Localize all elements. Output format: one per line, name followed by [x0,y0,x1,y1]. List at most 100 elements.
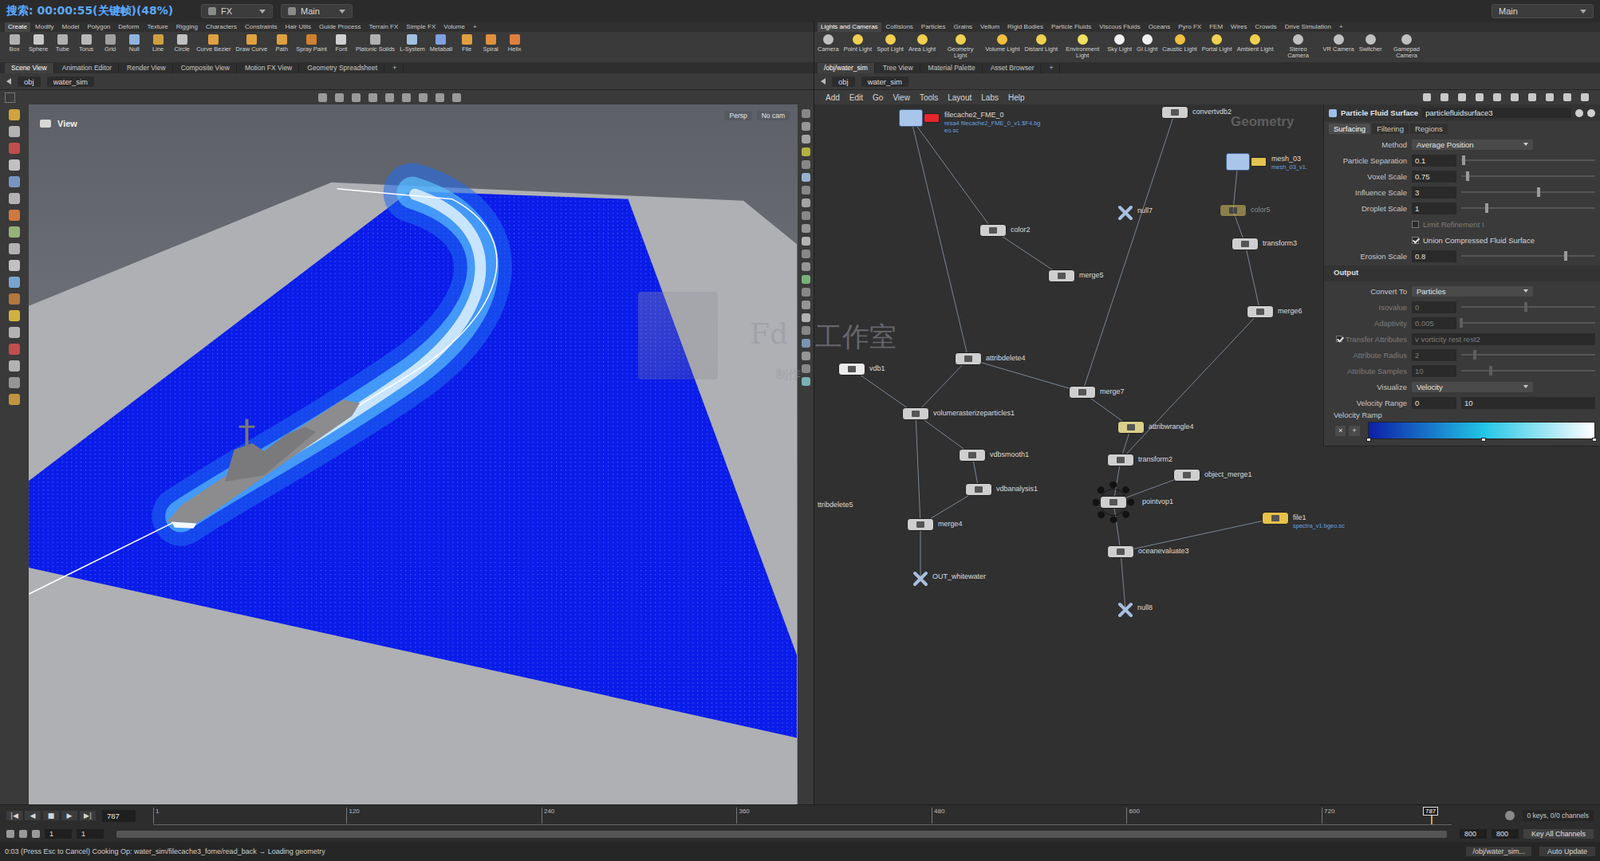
back-icon[interactable] [820,78,826,85]
network-node[interactable]: vdbsmooth1 [958,449,1029,462]
shelf-tool[interactable]: Line [148,34,168,53]
tool-icon[interactable] [8,209,20,221]
tool-icon[interactable] [8,293,20,305]
shelf-tool[interactable]: Circle [172,34,192,53]
network-node[interactable]: attribwrangle4 [1117,421,1195,434]
slider[interactable] [1461,322,1596,324]
view-tool-icon[interactable] [385,93,395,103]
network-tool-icon[interactable] [1422,93,1431,102]
tool-icon[interactable] [8,310,20,322]
ramp-button[interactable]: + [1348,425,1360,437]
network-node[interactable]: transform2 [1107,453,1173,467]
network-node[interactable]: mesh_03mesh_03_v1. [1225,153,1308,171]
network-node[interactable]: ttribdelete5 [817,499,854,510]
checkbox[interactable] [1335,335,1343,343]
end-field[interactable]: 800 [1459,829,1487,840]
shelf-tool[interactable]: Spray Paint [295,34,328,53]
shelf-tab[interactable]: Hair Utils [282,22,315,32]
display-icon[interactable] [801,313,811,323]
network-node[interactable]: color5 [1219,204,1271,217]
shelf-tab[interactable]: Crowds [1252,22,1281,32]
key-icon[interactable] [1505,811,1515,821]
start-field[interactable]: 1 [76,829,104,840]
network-node[interactable]: merge4 [906,518,963,532]
playback-button[interactable]: ■ [43,811,60,821]
number-field[interactable]: 1 [1411,202,1457,215]
tool-icon[interactable] [8,193,20,205]
shelf-tool[interactable]: Metaball [429,34,453,53]
playback-button[interactable]: |◀ [6,811,23,821]
desk-selector[interactable]: Main [280,3,353,19]
shelf-tool[interactable]: Torus [76,34,96,53]
shelf-tab[interactable]: Deform [114,22,142,32]
shelf-tab[interactable]: Create [4,22,31,32]
checkbox[interactable] [1411,236,1419,245]
tool-icon[interactable] [8,142,20,154]
shelf-tool[interactable]: Portal Light [1201,34,1233,53]
network-node[interactable]: null8 [1117,602,1153,619]
frame-field[interactable]: 787 [102,810,136,823]
shelf-tool[interactable]: Gamepad Camera [1386,34,1427,60]
display-icon[interactable] [801,211,811,221]
pane-tab[interactable]: + [386,63,404,74]
playback-button[interactable]: ▶| [79,811,96,821]
range-slider[interactable] [116,831,1447,839]
network-node[interactable]: merge6 [1246,305,1303,319]
playback-button[interactable]: ◀ [24,811,41,821]
display-icon[interactable] [801,364,811,374]
shelf-tool[interactable]: Volume Light [985,34,1020,53]
tool-icon[interactable] [8,394,20,406]
shelf-tool[interactable]: Ambient Light [1237,34,1274,53]
slider[interactable] [1461,354,1596,356]
shelf-tab[interactable]: Drive Simulation [1281,22,1335,32]
shelf-tab[interactable]: Terrain FX [365,22,402,32]
slider[interactable] [1461,191,1596,194]
desk-selector[interactable]: Main [1491,3,1594,19]
network-node[interactable]: color2 [979,224,1031,237]
network-node[interactable]: vdbanalysis1 [965,483,1038,497]
view-tool-icon[interactable] [452,93,462,103]
network-tool-icon[interactable] [1493,93,1502,102]
end-field[interactable]: 800 [1491,829,1519,840]
loop-icon[interactable] [19,830,28,839]
network-node[interactable]: pointvop1 [1099,496,1174,509]
shelf-tab[interactable]: Texture [144,22,172,32]
pane-tab[interactable]: Render View [120,63,174,74]
pane-tab[interactable]: /obj/water_sim [817,63,875,74]
display-icon[interactable] [801,262,811,272]
network-tool-icon[interactable] [1458,93,1467,102]
dropdown[interactable]: Particles [1411,286,1534,297]
display-icon[interactable] [801,185,811,195]
desk-selector[interactable]: FX [200,3,273,19]
display-icon[interactable] [801,377,811,387]
slider[interactable] [1461,175,1596,178]
tool-icon[interactable] [8,159,20,171]
menu-item[interactable]: Tools [919,93,938,103]
view-tool-icon[interactable] [435,93,445,103]
menu-item[interactable]: View [892,93,911,103]
menu-item[interactable]: Go [872,93,883,103]
shelf-tool[interactable]: Area Light [908,34,936,53]
display-icon[interactable] [801,160,811,170]
shelf-tool[interactable]: VR Camera [1323,34,1355,53]
network-node[interactable]: oceanevaluate3 [1107,545,1190,559]
network-tool-icon[interactable] [1510,93,1519,102]
shelf-tool[interactable]: Helix [504,34,525,53]
color-ramp[interactable] [1367,421,1596,440]
shelf-tool[interactable]: Tube [52,34,72,53]
network-tool-icon[interactable] [1528,93,1537,102]
shelf-tool[interactable]: Environment Light [1062,34,1103,60]
shelf-tool[interactable]: Platonic Solids [355,34,395,53]
view-tool-icon[interactable] [418,93,428,103]
ramp-button[interactable]: × [1335,425,1346,437]
shelf-tool[interactable]: Camera [817,34,840,53]
network-node[interactable]: file1spectra_v1.bgeo.sc [1261,512,1345,530]
view-tool-icon[interactable] [401,93,411,103]
pane-tab[interactable]: Material Palette [922,63,983,74]
display-icon[interactable] [801,300,811,310]
tool-icon[interactable] [8,327,20,339]
network-tool-icon[interactable] [1545,93,1554,102]
shelf-tool[interactable]: GI Light [1136,34,1158,53]
shelf-tab[interactable]: FEM [1205,22,1226,32]
shelf-tool[interactable]: Spot Light [876,34,904,53]
